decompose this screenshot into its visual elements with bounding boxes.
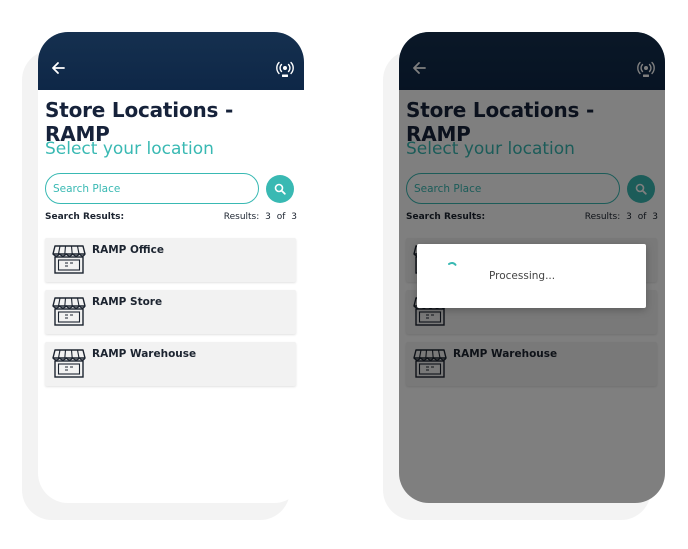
results-count: Results: 3 of 3 xyxy=(223,212,297,222)
page-subtitle: Select your location xyxy=(45,139,214,159)
processing-dialog: Processing... xyxy=(417,244,646,308)
arrow-left-icon[interactable] xyxy=(50,60,66,76)
list-item[interactable]: RAMP Warehouse xyxy=(45,342,296,386)
app-bar xyxy=(38,32,304,90)
search-icon xyxy=(274,183,286,195)
phone-screen-processing: Store Locations - RAMP Select your locat… xyxy=(399,32,665,503)
list-item-label: RAMP Store xyxy=(92,296,163,308)
rfid-icon[interactable] xyxy=(276,60,294,78)
list-item[interactable]: RAMP Office xyxy=(45,238,296,282)
search-input[interactable] xyxy=(45,173,259,204)
phone-screen-default: Store Locations - RAMP Select your locat… xyxy=(38,32,304,503)
store-icon xyxy=(52,245,86,274)
list-item[interactable]: RAMP Store xyxy=(45,290,296,334)
store-icon xyxy=(52,297,86,326)
search-button[interactable] xyxy=(266,175,294,203)
results-label: Search Results: xyxy=(45,212,125,222)
list-item-label: RAMP Office xyxy=(92,244,164,256)
list-item-label: RAMP Warehouse xyxy=(92,348,197,360)
processing-text: Processing... xyxy=(489,270,556,282)
store-icon xyxy=(52,349,86,378)
spinner-icon xyxy=(448,261,457,266)
